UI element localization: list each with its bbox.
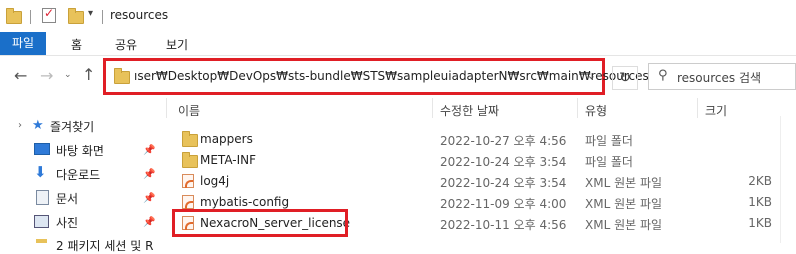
address-bar[interactable]: ıser₩Desktop₩DevOps₩sts-bundle₩STS₩sampl…	[103, 58, 649, 95]
forward-arrow-icon[interactable]: →	[40, 66, 53, 85]
sidebar-item-pictures[interactable]: 사진	[56, 214, 78, 231]
pin-icon[interactable]: 📌	[143, 217, 155, 228]
file-date: 2022-10-11 오후 4:56	[440, 218, 567, 232]
file-name: mybatis-config	[200, 195, 290, 209]
desktop-icon	[34, 143, 50, 155]
file-date: 2022-10-24 오후 3:54	[440, 176, 567, 190]
sidebar-item-favorites[interactable]: 즐겨찾기	[50, 118, 94, 135]
file-size: 2KB	[748, 174, 772, 188]
folder-icon	[36, 239, 47, 243]
tab-home[interactable]: 홈	[71, 36, 82, 53]
file-date: 2022-10-24 오후 3:54	[440, 155, 567, 169]
column-divider	[166, 98, 167, 118]
search-box[interactable]: ⚲ resources 검색	[648, 63, 796, 90]
refresh-icon[interactable]: ↻	[612, 66, 638, 90]
table-row[interactable]: META-INF 2022-10-24 오후 3:54 파일 폴더	[166, 150, 780, 170]
pin-icon[interactable]: 📌	[143, 193, 155, 204]
column-header-type[interactable]: 유형	[585, 102, 607, 119]
scroll-divider	[780, 116, 781, 243]
expand-chevron-icon[interactable]: ›	[18, 120, 22, 131]
title-separator	[30, 10, 31, 24]
tab-file[interactable]: 파일	[0, 32, 46, 55]
tab-view[interactable]: 보기	[166, 36, 188, 53]
file-type: 파일 폴더	[585, 155, 633, 169]
table-row[interactable]: log4j 2022-10-24 오후 3:54 XML 원본 파일 2KB	[166, 171, 780, 191]
pin-icon[interactable]: 📌	[143, 169, 155, 180]
address-folder-icon	[114, 68, 130, 84]
quick-access-dropdown-icon[interactable]: ▾	[88, 8, 93, 19]
search-placeholder[interactable]: resources 검색	[677, 69, 761, 86]
file-type: XML 원본 파일	[585, 176, 663, 190]
download-icon: ⬇	[34, 163, 47, 181]
file-size: 1KB	[748, 195, 772, 209]
title-separator-2	[102, 10, 103, 24]
properties-icon[interactable]: ✓	[42, 6, 56, 23]
file-name: log4j	[200, 174, 230, 188]
file-size: 1KB	[748, 216, 772, 230]
xml-file-icon	[182, 174, 194, 188]
pictures-icon	[34, 215, 49, 228]
column-divider[interactable]	[432, 98, 433, 118]
file-date: 2022-10-27 오후 4:56	[440, 134, 567, 148]
recent-locations-icon[interactable]: ⌄	[64, 70, 72, 80]
address-dropdown-icon[interactable]: ⌄	[587, 69, 596, 82]
folder-icon	[182, 131, 198, 147]
address-path[interactable]: ıser₩Desktop₩DevOps₩sts-bundle₩STS₩sampl…	[134, 69, 649, 83]
up-arrow-icon[interactable]: ↑	[82, 65, 95, 84]
folder-icon	[182, 152, 198, 168]
column-divider[interactable]	[577, 98, 578, 118]
documents-icon	[36, 190, 49, 205]
table-row[interactable]: mappers 2022-10-27 오후 4:56 파일 폴더	[166, 129, 780, 149]
sidebar-item-desktop[interactable]: 바탕 화면	[56, 142, 104, 159]
file-date: 2022-11-09 오후 4:00	[440, 197, 567, 211]
file-name: META-INF	[200, 153, 257, 167]
star-icon: ★	[32, 118, 44, 133]
column-divider[interactable]	[697, 98, 698, 118]
file-type: XML 원본 파일	[585, 218, 663, 232]
back-arrow-icon[interactable]: ←	[14, 66, 27, 85]
sidebar-item-downloads[interactable]: 다운로드	[56, 166, 100, 183]
folder-icon	[6, 8, 22, 24]
file-type: 파일 폴더	[585, 134, 633, 148]
window-title: resources	[110, 8, 169, 22]
sidebar-item-documents[interactable]: 문서	[56, 190, 78, 207]
column-header-size[interactable]: 크기	[705, 102, 727, 119]
file-type: XML 원본 파일	[585, 197, 663, 211]
tab-share[interactable]: 공유	[115, 36, 137, 53]
search-icon: ⚲	[658, 68, 668, 83]
column-header-name[interactable]: 이름	[178, 102, 200, 119]
new-folder-icon[interactable]	[68, 8, 84, 24]
column-header-date[interactable]: 수정한 날짜	[440, 102, 499, 119]
pin-icon[interactable]: 📌	[143, 145, 155, 156]
highlight-box	[172, 209, 348, 237]
xml-file-icon	[182, 195, 194, 209]
file-name: mappers	[200, 132, 253, 146]
sidebar-item-partial[interactable]: 2 패키지 세션 및 R	[56, 237, 153, 254]
